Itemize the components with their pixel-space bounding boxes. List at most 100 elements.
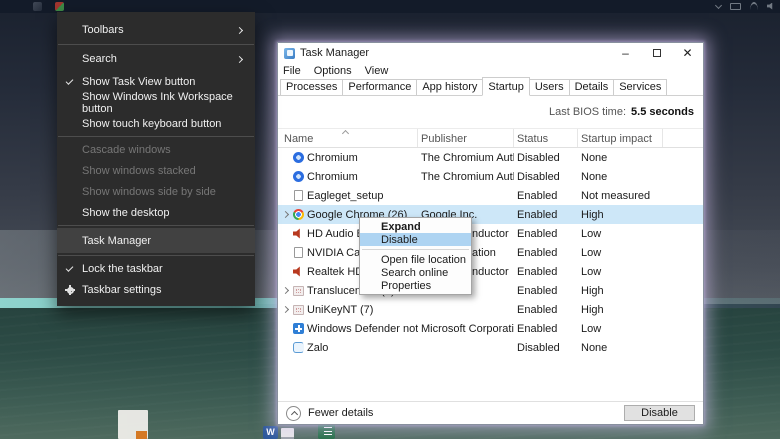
column-header-startup-impact[interactable]: Startup impact: [578, 129, 663, 147]
menu-file[interactable]: File: [283, 65, 301, 77]
menu-item-taskbar-settings[interactable]: Taskbar settings: [57, 279, 255, 300]
row-impact: High: [578, 209, 663, 221]
desktop: W Toolbars Search Show Task View button …: [0, 0, 780, 439]
menu-item-task-manager[interactable]: Task Manager: [57, 228, 255, 253]
tab-startup[interactable]: Startup: [482, 77, 529, 96]
chevron-up-circle-icon[interactable]: [286, 406, 301, 421]
window-title: Task Manager: [300, 47, 369, 59]
tab-processes[interactable]: Processes: [280, 79, 343, 95]
bios-label: Last BIOS time:: [549, 106, 626, 118]
table-row[interactable]: UniKeyNT (7) Enabled High: [278, 300, 703, 319]
row-status: Enabled: [514, 304, 578, 316]
expand-chevron-icon[interactable]: [281, 210, 290, 219]
word-shortcut-icon[interactable]: W: [263, 426, 278, 439]
menu-item-show-windows-stacked: Show windows stacked: [57, 160, 255, 181]
row-status: Disabled: [514, 342, 578, 354]
tray-chevron-icon[interactable]: [715, 1, 722, 8]
row-impact: None: [578, 152, 663, 164]
row-status: Enabled: [514, 247, 578, 259]
menu-item-label: Show touch keyboard button: [82, 118, 221, 130]
row-publisher: The Chromium Authors: [418, 152, 514, 164]
submenu-chevron-icon: [236, 55, 243, 62]
menu-item-label: Show the desktop: [82, 207, 169, 219]
column-header-name[interactable]: Name: [281, 129, 418, 147]
tab-details[interactable]: Details: [569, 79, 615, 95]
taskbar-app-icon[interactable]: [33, 2, 42, 11]
context-item-search-online[interactable]: Search online: [360, 266, 471, 279]
close-button[interactable]: ✕: [672, 43, 703, 63]
tab-app-history[interactable]: App history: [416, 79, 483, 95]
network-icon[interactable]: [750, 2, 758, 10]
maximize-icon: [653, 49, 661, 57]
tab-performance[interactable]: Performance: [342, 79, 417, 95]
expand-chevron-icon[interactable]: [281, 286, 290, 295]
row-impact: High: [578, 285, 663, 297]
table-header: Name Publisher Status Startup impact: [278, 128, 703, 148]
table-row[interactable]: NVIDIA Captur ation Enabled Low: [278, 243, 703, 262]
menu-item-show-ink-workspace[interactable]: Show Windows Ink Workspace button: [57, 92, 255, 113]
context-item-disable[interactable]: Disable: [360, 233, 471, 246]
context-item-open-file-location[interactable]: Open file location: [360, 253, 471, 266]
table-row[interactable]: Chromium The Chromium Authors Disabled N…: [278, 167, 703, 186]
row-status: Enabled: [514, 266, 578, 278]
table-row[interactable]: HD Audio Back nductor Enabled Low: [278, 224, 703, 243]
table-row[interactable]: Eagleget_setup Enabled Not measured: [278, 186, 703, 205]
table-row[interactable]: TranslucentTB (4) Enabled High: [278, 281, 703, 300]
menu-item-lock-the-taskbar[interactable]: Lock the taskbar: [57, 258, 255, 279]
desktop-list-icon[interactable]: [281, 428, 294, 439]
disable-button[interactable]: Disable: [624, 405, 695, 421]
chromium-icon: [293, 171, 304, 182]
table-row[interactable]: Windows Defender notificat... Microsoft …: [278, 319, 703, 338]
menu-item-show-windows-side-by-side: Show windows side by side: [57, 181, 255, 202]
menu-item-show-the-desktop[interactable]: Show the desktop: [57, 202, 255, 223]
table-row[interactable]: Realtek HD Au nductor Enabled Low: [278, 262, 703, 281]
title-bar[interactable]: Task Manager – ✕: [278, 43, 703, 63]
row-impact: Low: [578, 266, 663, 278]
tab-users[interactable]: Users: [529, 79, 570, 95]
column-header-publisher[interactable]: Publisher: [418, 129, 514, 147]
system-tray[interactable]: [716, 2, 774, 10]
row-status: Enabled: [514, 323, 578, 335]
context-item-properties[interactable]: Properties: [360, 279, 471, 292]
chrome-icon: [293, 209, 304, 220]
expand-chevron-icon[interactable]: [281, 305, 290, 314]
keyboard-icon[interactable]: [730, 3, 741, 10]
menu-separator: [58, 136, 254, 137]
desktop-document-icon[interactable]: [118, 410, 148, 439]
column-header-status[interactable]: Status: [514, 129, 578, 147]
menu-item-search[interactable]: Search: [57, 47, 255, 71]
row-publisher: The Chromium Authors: [418, 171, 514, 183]
speaker-icon: [293, 266, 304, 277]
taskbar-app-icon[interactable]: [55, 2, 64, 11]
row-impact: High: [578, 304, 663, 316]
row-name: Zalo: [307, 342, 328, 354]
context-item-expand[interactable]: Expand: [360, 220, 471, 233]
menu-item-label: Task Manager: [82, 235, 151, 247]
table-row[interactable]: Chromium The Chromium Authors Disabled N…: [278, 148, 703, 167]
row-impact: Not measured: [578, 190, 663, 202]
menu-item-cascade-windows: Cascade windows: [57, 139, 255, 160]
submenu-chevron-icon: [236, 26, 243, 33]
fewer-details-link[interactable]: Fewer details: [308, 407, 373, 419]
maximize-button[interactable]: [641, 43, 672, 63]
menu-item-show-touch-keyboard[interactable]: Show touch keyboard button: [57, 113, 255, 134]
menu-item-toolbars[interactable]: Toolbars: [57, 18, 255, 42]
row-name: UniKeyNT (7): [307, 304, 373, 316]
menu-item-label: Show Task View button: [82, 76, 195, 88]
menu-item-label: Cascade windows: [82, 144, 171, 156]
volume-icon[interactable]: [767, 3, 774, 10]
tab-services[interactable]: Services: [613, 79, 667, 95]
menu-separator: [58, 44, 254, 45]
menu-options[interactable]: Options: [314, 65, 352, 77]
row-name: Windows Defender notificat...: [307, 323, 418, 335]
menu-view[interactable]: View: [365, 65, 389, 77]
menu-separator: [362, 249, 469, 250]
row-status: Enabled: [514, 228, 578, 240]
table-row-selected[interactable]: Google Chrome (26) Google Inc. Enabled H…: [278, 205, 703, 224]
row-status: Enabled: [514, 285, 578, 297]
minimize-button[interactable]: –: [610, 43, 641, 63]
file-icon: [294, 247, 303, 258]
table-row[interactable]: Zalo Disabled None: [278, 338, 703, 357]
menu-item-show-task-view[interactable]: Show Task View button: [57, 71, 255, 92]
translucenttb-icon: [293, 286, 304, 296]
